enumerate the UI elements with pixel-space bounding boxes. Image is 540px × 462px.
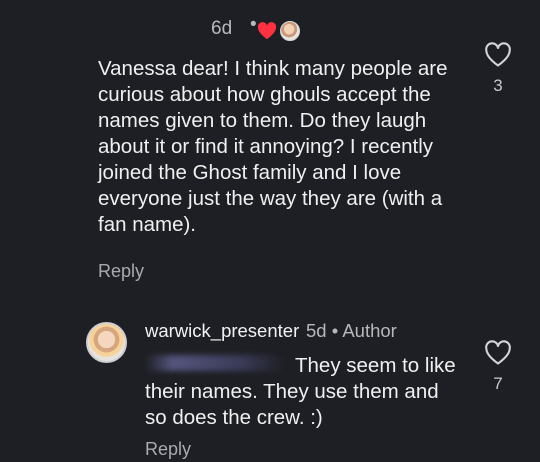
comment-text: Vanessa dear! I think many people are cu… — [98, 57, 448, 236]
avatar[interactable] — [86, 322, 127, 363]
reply-username[interactable]: warwick_presenter — [145, 320, 299, 342]
comment-like-count: 3 — [493, 76, 503, 95]
comment-timestamp: 6d — [211, 18, 233, 39]
reply-button[interactable]: Reply — [145, 439, 191, 460]
meta-separator: • — [250, 14, 257, 35]
heart-outline-icon[interactable] — [484, 42, 512, 68]
heart-filled-icon — [257, 22, 277, 40]
reply-like-count: 7 — [493, 374, 503, 393]
author-mini-avatar — [280, 21, 300, 41]
reply-button[interactable]: Reply — [98, 261, 144, 282]
reply-text: They seem to like their names. They use … — [145, 354, 456, 429]
reply-meta: 5d • Author — [306, 320, 397, 341]
heart-outline-icon[interactable] — [484, 340, 512, 366]
